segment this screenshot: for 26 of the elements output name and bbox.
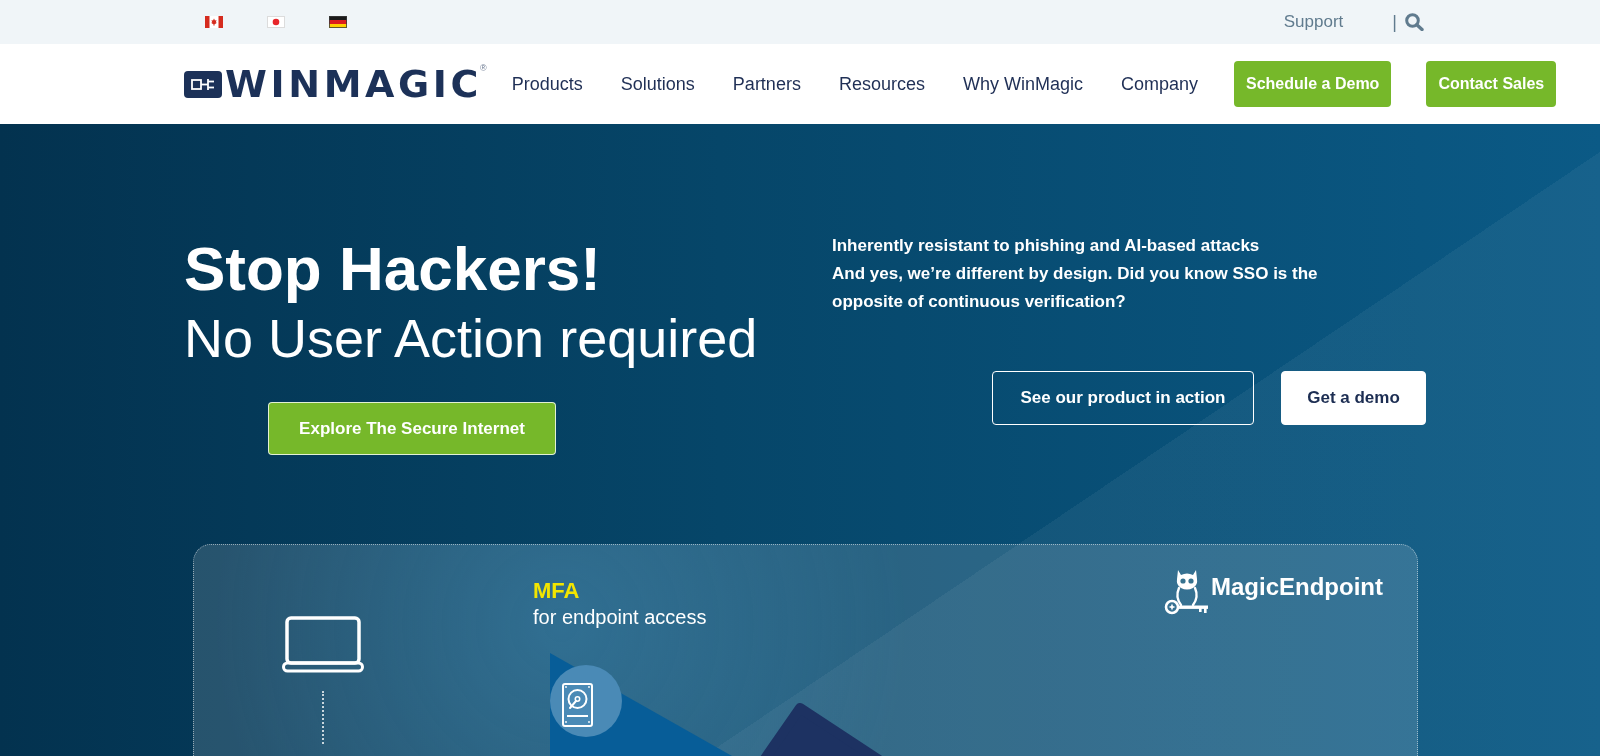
hero-title: Stop Hackers! xyxy=(184,234,602,304)
menu-item[interactable]: Solutions xyxy=(620,72,695,96)
cta-button[interactable]: See our product in action xyxy=(992,371,1254,425)
dotted-connector-line xyxy=(322,691,324,744)
intro-text: And yes, we’re different by design. Did you know SSO is the opposite of continuous verification? xyxy=(832,263,1319,313)
registered-mark: ® xyxy=(480,63,487,73)
feature-tag: MFA xyxy=(533,578,580,604)
hard-drive-icon xyxy=(550,664,622,738)
canada-flag-icon[interactable] xyxy=(205,16,223,28)
hero-subtitle: No User Action required xyxy=(184,307,759,370)
menu-item[interactable]: Resources xyxy=(838,72,925,96)
menu-item[interactable]: Why WinMagic xyxy=(962,72,1083,96)
laptop-icon xyxy=(282,616,364,673)
menu-item[interactable]: Products xyxy=(511,72,583,96)
brand-wordmark: MagicEndpoint xyxy=(1211,573,1383,601)
intro-heading: Inherently resistant to phishing and AI-based attacks xyxy=(832,235,1261,257)
support-link[interactable]: Support xyxy=(1283,11,1344,33)
feature-caption: for endpoint access xyxy=(533,605,707,630)
search-icon[interactable] xyxy=(1405,13,1424,31)
germany-flag-icon[interactable] xyxy=(329,16,347,28)
menu-item[interactable]: Partners xyxy=(732,72,801,96)
separator: | xyxy=(1392,11,1397,33)
menu-item[interactable]: Company xyxy=(1120,72,1198,96)
cta-button[interactable]: Get a demo xyxy=(1281,371,1426,425)
japan-flag-icon[interactable] xyxy=(267,16,285,28)
plug-logo-icon[interactable] xyxy=(184,71,222,98)
